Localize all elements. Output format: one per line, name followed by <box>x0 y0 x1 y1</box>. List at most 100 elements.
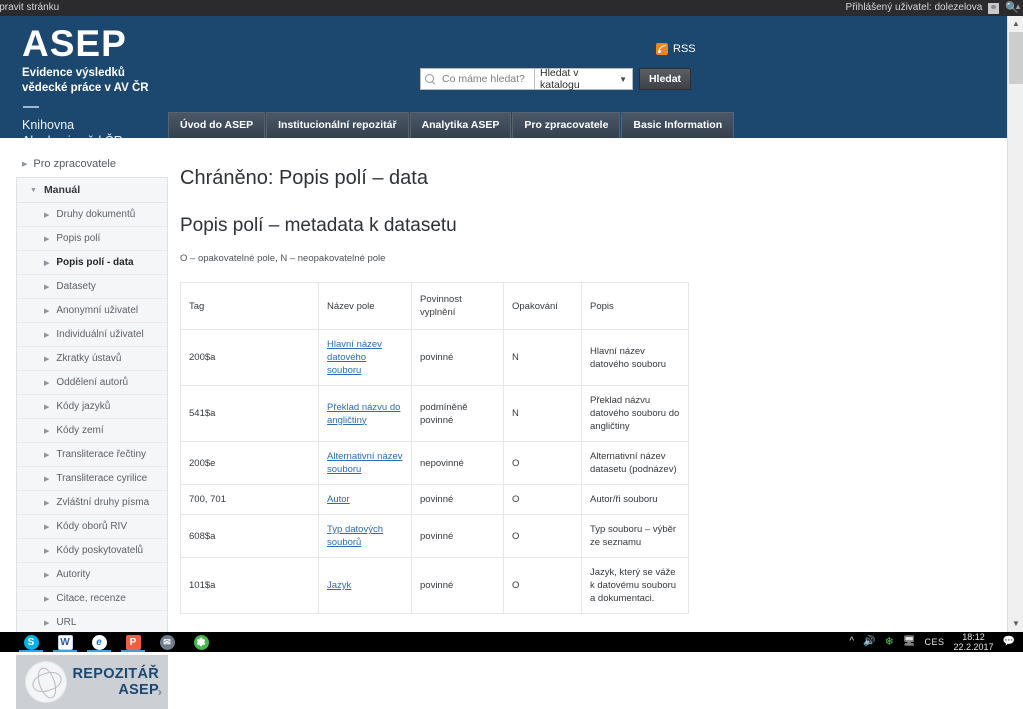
sidebar-item-oddeleni-autoru[interactable]: ▶ Oddělení autorů <box>17 371 167 395</box>
sidebar-section-manual[interactable]: ▼ Manuál <box>17 178 167 203</box>
chevron-up-icon[interactable]: ^ <box>849 637 854 647</box>
nav-tab-analytika-asep[interactable]: Analytika ASEP <box>410 112 512 138</box>
rss-link[interactable]: RSS <box>656 43 696 55</box>
field-link[interactable]: Autor <box>327 494 350 505</box>
taskbar-app-mail[interactable]: ✽ <box>184 632 218 652</box>
keyboard-layout-label[interactable]: CES <box>924 637 944 647</box>
sidebar-item-label: Oddělení autorů <box>56 377 128 388</box>
sidebar-breadcrumb[interactable]: ▶ Pro zpracovatele <box>16 156 168 177</box>
cell-field-name: Alternativní název souboru <box>319 442 412 485</box>
cell-description: Překlad názvu datového souboru do anglič… <box>582 386 689 442</box>
browser-user-group: Přihlášený uživatel: dolezelova 🔍 <box>846 0 1019 16</box>
clock[interactable]: 18:12 22.2.2017 <box>954 632 994 652</box>
sidebar-item-label: Anonymní uživatel <box>56 305 138 316</box>
cell-repetition: N <box>504 330 582 386</box>
search-scope-select[interactable]: Hledat v katalogu ▼ <box>535 68 633 90</box>
cell-description: Typ souboru – výběr ze seznamu <box>582 515 689 558</box>
sidebar-item-label: Transliterace cyrilice <box>56 473 147 484</box>
field-link[interactable]: Hlavní název datového souboru <box>327 339 382 376</box>
mail-icon: ✽ <box>194 635 209 650</box>
taskbar-app-skype[interactable]: S <box>14 632 48 652</box>
taskbar-app-internet-explorer[interactable]: e <box>82 632 116 652</box>
speaker-icon[interactable]: 🔊 <box>863 637 875 647</box>
thunderbird-icon: ✉ <box>160 635 175 650</box>
sidebar-item-datasety[interactable]: ▶ Datasety <box>17 275 167 299</box>
sidebar-item-citace-recenze[interactable]: ▶ Citace, recenze <box>17 587 167 611</box>
scroll-up-arrow-icon[interactable]: ▲ <box>1008 16 1023 32</box>
edit-page-label[interactable]: Upravit stránku <box>0 0 59 16</box>
triangle-right-icon: ▶ <box>44 403 49 411</box>
site-brand[interactable]: ASEP Evidence výsledků vědecké práce v A… <box>22 24 149 138</box>
scrollbar-thumb[interactable] <box>1009 32 1023 84</box>
repozitar-asep-banner[interactable]: REPOZITÁŘ ASEP › <box>16 655 168 709</box>
cell-repetition: O <box>504 515 582 558</box>
sidebar-item-druhy-dokumentu[interactable]: ▶ Druhy dokumentů <box>17 203 167 227</box>
sidebar-item-kody-zemi[interactable]: ▶ Kódy zemí <box>17 419 167 443</box>
sidebar-item-label: Druhy dokumentů <box>56 209 135 220</box>
triangle-right-icon: ▶ <box>44 571 49 579</box>
triangle-right-icon: ▶ <box>44 355 49 363</box>
sidebar-item-label: Kódy zemí <box>56 425 103 436</box>
triangle-right-icon: ▶ <box>44 595 49 603</box>
cell-tag: 200$e <box>181 442 319 485</box>
triangle-down-icon: ▼ <box>30 187 37 194</box>
nav-tab-institucionalni-repozitar[interactable]: Institucionální repozitář <box>266 112 408 138</box>
sidebar-item-individualni-uzivatel[interactable]: ▶ Individuální uživatel <box>17 323 167 347</box>
rss-label: RSS <box>673 43 696 55</box>
triangle-right-icon: ▶ <box>44 307 49 315</box>
sidebar-item-popis-poli-data[interactable]: ▶ Popis polí - data <box>17 251 167 275</box>
sidebar-item-label: Zkratky ústavů <box>56 353 121 364</box>
cell-obligation: povinné <box>412 558 504 614</box>
column-header-tag: Tag <box>181 283 319 330</box>
column-header-popis: Popis <box>582 283 689 330</box>
brand-title: ASEP <box>22 24 149 64</box>
shield-icon[interactable]: ❄ <box>885 637 894 648</box>
avatar-icon[interactable] <box>988 3 999 14</box>
nav-tab-uvod-do-asep[interactable]: Úvod do ASEP <box>168 112 265 138</box>
taskbar-app-thunderbird[interactable]: ✉ <box>150 632 184 652</box>
cell-obligation: povinné <box>412 330 504 386</box>
triangle-right-icon: ▶ <box>44 427 49 435</box>
organization-line1: Knihovna <box>22 117 149 133</box>
message-icon[interactable]: 💬 <box>1003 637 1015 647</box>
sidebar-item-transliterace-rectiny[interactable]: ▶ Transliterace řečtiny <box>17 443 167 467</box>
clock-date: 22.2.2017 <box>954 642 994 652</box>
sidebar-item-kody-poskytovatelu[interactable]: ▶ Kódy poskytovatelů <box>17 539 167 563</box>
sidebar-item-kody-jazyku[interactable]: ▶ Kódy jazyků <box>17 395 167 419</box>
chevron-down-icon: ▼ <box>619 75 627 84</box>
search-input[interactable] <box>440 72 530 86</box>
main-content: Chráněno: Popis polí – data Popis polí –… <box>180 166 992 614</box>
search-submit-button[interactable]: Hledat <box>639 68 691 90</box>
browser-topbar: Upravit stránku Přihlášený uživatel: dol… <box>0 0 1023 16</box>
page-scrollbar[interactable]: ▲ ▼ <box>1007 16 1023 632</box>
display-icon[interactable]: 🖥 <box>903 637 916 647</box>
field-link[interactable]: Překlad názvu do angličtiny <box>327 402 400 426</box>
sidebar-item-autority[interactable]: ▶ Autority <box>17 563 167 587</box>
sidebar-item-url[interactable]: ▶ URL <box>17 611 167 634</box>
sidebar-item-kody-oboru-riv[interactable]: ▶ Kódy oborů RIV <box>17 515 167 539</box>
sidebar-item-anonymni-uzivatel[interactable]: ▶ Anonymní uživatel <box>17 299 167 323</box>
brand-subtitle-line1: Evidence výsledků <box>22 66 149 81</box>
nav-tab-pro-zpracovatele[interactable]: Pro zpracovatele <box>512 112 620 138</box>
rss-icon <box>656 43 668 55</box>
table-header-row: Tag Název pole Povinnost vyplnění Opakov… <box>181 283 689 330</box>
column-header-povinnost: Povinnost vyplnění <box>412 283 504 330</box>
site-header: ASEP Evidence výsledků vědecké práce v A… <box>0 16 1007 138</box>
chevron-up-icon[interactable]: ▲ <box>1014 2 1022 11</box>
sidebar-item-transliterace-cyrilice[interactable]: ▶ Transliterace cyrilice <box>17 467 167 491</box>
sidebar-item-popis-poli[interactable]: ▶ Popis polí <box>17 227 167 251</box>
taskbar-app-word[interactable]: W <box>48 632 82 652</box>
taskbar-app-powerpoint[interactable]: P <box>116 632 150 652</box>
sidebar-item-zvlastni-druhy-pisma[interactable]: ▶ Zvláštní druhy písma <box>17 491 167 515</box>
logged-in-user-label: Přihlášený uživatel: dolezelova <box>846 0 983 16</box>
sidebar-item-zkratky-ustavu[interactable]: ▶ Zkratky ústavů <box>17 347 167 371</box>
sidebar-item-label: Popis polí <box>56 233 100 244</box>
field-link[interactable]: Typ datových souborů <box>327 524 383 548</box>
cell-description: Hlavní název datového souboru <box>582 330 689 386</box>
search-input-wrapper[interactable] <box>420 68 535 90</box>
field-link[interactable]: Alternativní název souboru <box>327 451 403 475</box>
nav-tab-basic-information[interactable]: Basic Information <box>621 112 734 138</box>
scroll-down-arrow-icon[interactable]: ▼ <box>1008 616 1023 632</box>
field-link[interactable]: Jazyk <box>327 580 351 591</box>
cell-tag: 101$a <box>181 558 319 614</box>
